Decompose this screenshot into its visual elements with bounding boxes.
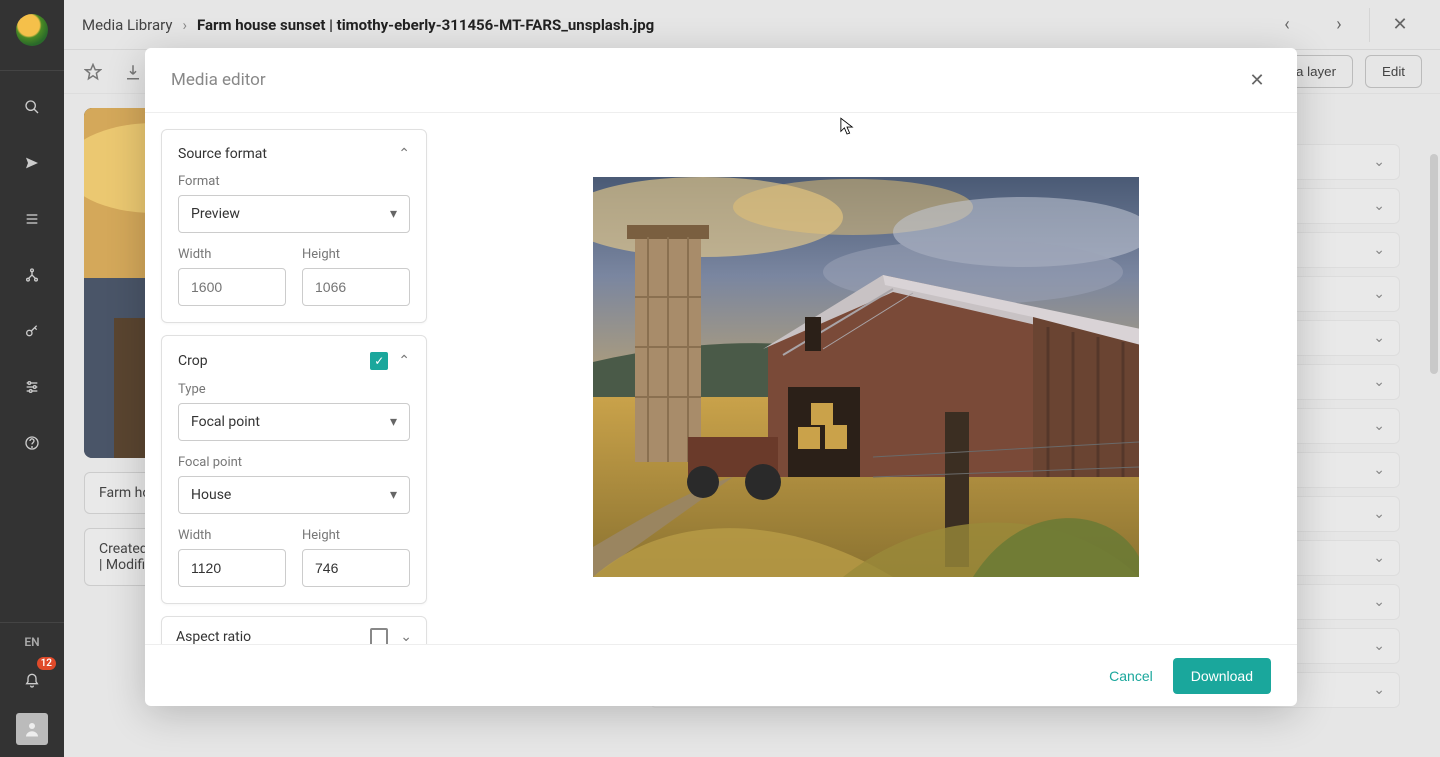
panel-title: Source format [178,146,267,162]
download-button[interactable]: Download [1173,658,1271,694]
focal-label: Focal point [178,455,410,470]
type-label: Type [178,382,410,397]
crop-height-label: Height [302,528,410,543]
nav-next-icon[interactable]: › [1317,3,1361,47]
panel-aspect-ratio[interactable]: Aspect ratio ⌄ [161,616,427,644]
panel-title: Crop [178,353,208,369]
top-bar: Media Library › Farm house sunset | timo… [64,0,1440,50]
language-switcher[interactable]: EN [24,635,39,649]
tree-icon[interactable] [14,257,50,293]
source-width-input[interactable] [178,268,286,306]
app-logo[interactable] [16,14,48,46]
sliders-icon[interactable] [14,369,50,405]
panel-source-format: Source format ⌃ Format Preview ▾ Width H… [161,129,427,323]
cancel-button[interactable]: Cancel [1109,668,1153,684]
panel-crop: Crop ✓ ⌃ Type Focal point ▾ Focal point … [161,335,427,604]
chevron-up-icon[interactable]: ⌃ [398,146,410,162]
width-label: Width [178,247,286,262]
crop-enabled-checkbox[interactable]: ✓ [370,352,388,370]
notifications-icon[interactable]: 12 [14,663,50,699]
chevron-up-icon[interactable]: ⌃ [398,353,410,369]
key-icon[interactable] [14,313,50,349]
favorite-icon[interactable] [82,61,104,83]
scrollbar[interactable] [1430,154,1438,374]
preview-area [435,113,1297,644]
crop-width-input[interactable] [178,549,286,587]
breadcrumb-leaf: Farm house sunset | timothy-eberly-31145… [197,16,654,34]
source-height-input[interactable] [302,268,410,306]
aspect-ratio-label: Aspect ratio [176,629,358,644]
modal-close-icon[interactable]: ✕ [1243,66,1271,94]
search-icon[interactable] [14,89,50,125]
share-icon[interactable] [14,145,50,181]
chevron-down-icon: ⌄ [400,629,412,644]
list-icon[interactable] [14,201,50,237]
mouse-cursor-icon [840,117,854,137]
aspect-ratio-checkbox[interactable] [370,628,388,644]
preview-image[interactable] [593,177,1139,577]
editor-sidebar: Source format ⌃ Format Preview ▾ Width H… [145,113,435,644]
chevron-right-icon: › [182,16,187,34]
user-avatar[interactable] [16,713,48,745]
crop-width-label: Width [178,528,286,543]
crop-type-select[interactable]: Focal point ▾ [178,403,410,441]
breadcrumb-root[interactable]: Media Library [82,16,172,34]
caret-down-icon: ▾ [390,414,397,430]
format-select[interactable]: Preview ▾ [178,195,410,233]
edit-button[interactable]: Edit [1365,55,1422,88]
caret-down-icon: ▾ [390,487,397,503]
close-icon[interactable]: ✕ [1378,3,1422,47]
help-icon[interactable] [14,425,50,461]
nav-prev-icon[interactable]: ‹ [1265,3,1309,47]
focal-point-select[interactable]: House ▾ [178,476,410,514]
modal-title: Media editor [171,70,266,90]
nav-rail: EN 12 [0,0,64,757]
notification-badge: 12 [37,657,56,670]
format-label: Format [178,174,410,189]
height-label: Height [302,247,410,262]
crop-height-input[interactable] [302,549,410,587]
caret-down-icon: ▾ [390,206,397,222]
media-editor-modal: Media editor ✕ Source format ⌃ Format Pr… [145,48,1297,706]
download-icon[interactable] [122,61,144,83]
breadcrumb: Media Library › Farm house sunset | timo… [82,16,654,34]
